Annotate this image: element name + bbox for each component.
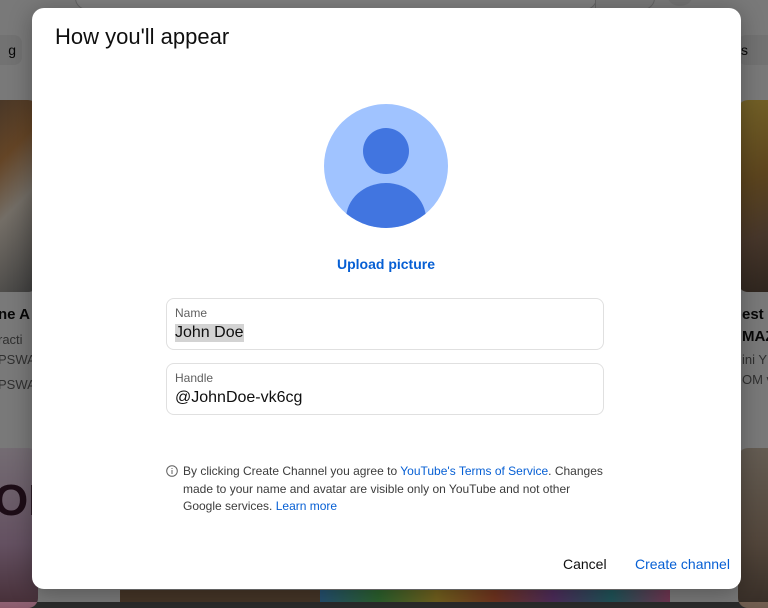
default-avatar-icon — [324, 104, 448, 228]
terms-of-service-link[interactable]: YouTube's Terms of Service — [400, 464, 548, 478]
create-channel-dialog: How you'll appear Upload picture Name Jo… — [32, 8, 741, 589]
cancel-button[interactable]: Cancel — [563, 556, 607, 572]
upload-picture-link[interactable]: Upload picture — [286, 256, 486, 272]
terms-notice-text: By clicking Create Channel you agree to … — [183, 463, 603, 516]
name-input[interactable]: John Doe — [175, 324, 244, 342]
create-channel-button[interactable]: Create channel — [635, 556, 730, 572]
learn-more-link[interactable]: Learn more — [276, 499, 337, 513]
name-field[interactable]: Name John Doe — [166, 298, 604, 350]
info-icon — [166, 465, 178, 477]
terms-notice-part1: By clicking Create Channel you agree to — [183, 464, 401, 478]
handle-input[interactable]: @JohnDoe-vk6cg — [175, 389, 302, 407]
dialog-title: How you'll appear — [55, 24, 230, 49]
name-field-label: Name — [175, 306, 208, 320]
handle-field[interactable]: Handle @JohnDoe-vk6cg — [166, 363, 604, 415]
handle-field-label: Handle — [175, 371, 214, 385]
